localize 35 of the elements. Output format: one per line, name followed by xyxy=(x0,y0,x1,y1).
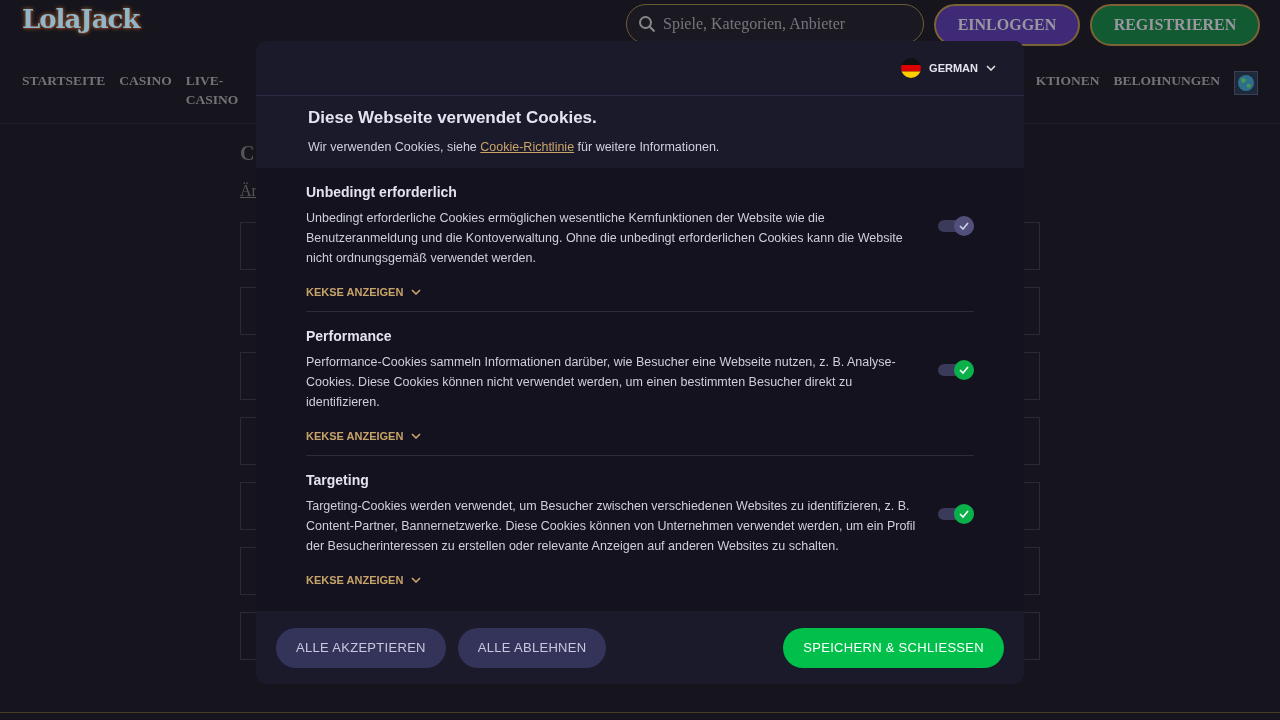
intro-text: Wir verwenden Cookies, siehe Cookie-Richtlinie für weitere Informationen. xyxy=(308,140,721,154)
chevron-down-icon xyxy=(986,65,996,71)
logo[interactable]: LolaJack xyxy=(22,4,140,34)
check-icon xyxy=(959,366,969,374)
save-button[interactable]: SPEICHERN & SCHLIESSEN xyxy=(783,627,1004,668)
nav-link[interactable]: CASINO xyxy=(119,73,172,89)
register-button[interactable]: REGISTRIEREN xyxy=(1090,4,1260,46)
category-description: Performance-Cookies sammeln Informationen darüber, wie Besucher eine Webseite nutzen, z. B. Analyse-Cookies. Diese Cookies können nicht verwendet werden, um einen bestimmten Besucher direkt zu identifizieren. xyxy=(306,354,897,411)
page-heading: C xyxy=(240,142,255,166)
nav-link[interactable]: LIVE-CASINO xyxy=(185,71,239,109)
login-button[interactable]: EINLOGGEN xyxy=(934,4,1080,46)
category-description: Targeting-Cookies werden verwendet, um Besucher zwischen verschiedenen Websites zu identifizieren, z. B. Content-Partner, Bannernetzwerke. Diese Cookies können von Unternehmen verwendet werden, um ein Profil der Besucherinteressen zu erstellen oder relevante Anzeigen auf anderen Websites zu schalten. xyxy=(306,498,917,555)
search-icon xyxy=(639,16,655,32)
language-selector[interactable]: GERMAN xyxy=(901,58,996,78)
chevron-down-icon xyxy=(411,289,422,295)
nav-link[interactable]: KTIONEN xyxy=(1035,73,1100,89)
chevron-down-icon xyxy=(411,577,422,583)
nav-link[interactable]: BELOHNUNGEN xyxy=(1113,73,1220,89)
accept-button[interactable]: ALLE AKZEPTIEREN xyxy=(276,627,446,668)
category-description: Unbedingt erforderliche Cookies ermöglichen wesentliche Kernfunktionen der Website wie die Benutzeranmeldung und die Kontoverwaltung. Ohne die unbedingt erforderlichen Cookies kann die Website nicht ordnungsgemäß verwendet werden. xyxy=(306,210,904,267)
policy-link[interactable]: Cookie-Richtlinie xyxy=(480,140,575,154)
check-icon xyxy=(959,510,969,518)
show-cookies-link[interactable]: KEKSE ANZEIGEN xyxy=(306,574,422,586)
nav-link[interactable]: STARTSEITE xyxy=(22,73,106,89)
category-title: Targeting xyxy=(306,472,370,488)
show-cookies-link[interactable]: KEKSE ANZEIGEN xyxy=(306,430,422,442)
chevron-down-icon xyxy=(411,433,422,439)
dialog-title: Diese Webseite verwendet Cookies. xyxy=(308,108,598,128)
category-title: Unbedingt erforderlich xyxy=(306,184,458,200)
flag-icon xyxy=(901,58,922,78)
check-icon xyxy=(959,222,969,230)
reject-button[interactable]: ALLE ABLEHNEN xyxy=(457,627,607,668)
search-field[interactable]: Spiele, Kategorien, Anbieter xyxy=(626,4,924,44)
category-title: Performance xyxy=(306,328,393,344)
globe-icon xyxy=(1234,71,1258,95)
